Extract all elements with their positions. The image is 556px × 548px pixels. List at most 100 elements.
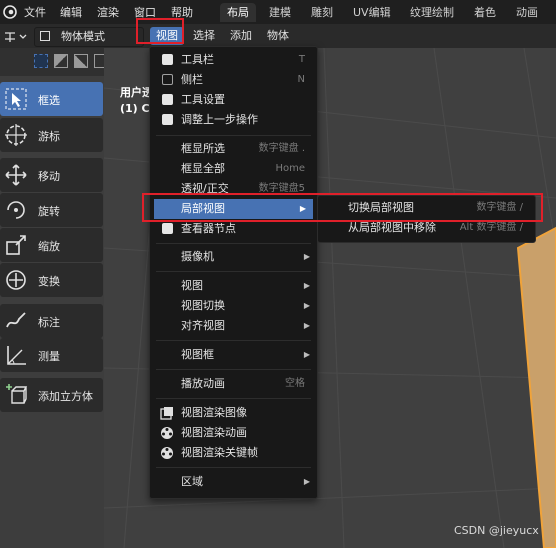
menu-item-toolbar[interactable]: 工具栏 T — [150, 50, 317, 70]
add-cube-icon — [6, 384, 28, 404]
header-menu-object[interactable]: 物体 — [261, 27, 295, 45]
menu-item-label: 调整上一步操作 — [181, 113, 258, 126]
film-reel-icon — [161, 447, 173, 459]
checkbox-unchecked-icon[interactable] — [162, 74, 173, 85]
menu-item-area[interactable]: 区域 ▶ — [150, 472, 317, 492]
transform-icon — [6, 270, 26, 290]
tool-label: 游标 — [38, 130, 60, 143]
menu-item-label: 视图渲染图像 — [181, 406, 247, 419]
tool-label: 标注 — [38, 316, 60, 329]
checkbox-checked-icon[interactable] — [162, 114, 173, 125]
menu-item-view[interactable]: 视图 ▶ — [150, 276, 317, 296]
menu-item-label: 工具栏 — [181, 53, 214, 66]
highlight-box-local-view — [142, 193, 543, 222]
shortcut-label: N — [297, 74, 305, 85]
move-icon — [5, 164, 27, 186]
menu-item-label: 侧栏 — [181, 73, 203, 86]
menu-file[interactable]: 文件 — [24, 4, 46, 20]
header-menu-select[interactable]: 选择 — [187, 27, 221, 45]
menu-item-render-image[interactable]: 视图渲染图像 — [150, 403, 317, 423]
shortcut-label: 空格 — [285, 378, 305, 389]
render-image-icon — [160, 407, 173, 420]
top-bar: 文件 编辑 渲染 窗口 帮助 布局 建模 雕刻 UV编辑 纹理绘制 着色 动画 — [0, 0, 556, 24]
header-menu-add[interactable]: 添加 — [224, 27, 258, 45]
menu-item-sidebar[interactable]: 侧栏 N — [150, 70, 317, 90]
transform-orientation-icon[interactable] — [3, 29, 29, 43]
menu-item-label: 视图渲染关键帧 — [181, 446, 258, 459]
select-extend-icon[interactable] — [54, 54, 68, 68]
selected-cube-edge[interactable] — [516, 226, 556, 548]
highlight-box-view-menu — [136, 18, 184, 44]
film-reel-icon — [161, 427, 173, 439]
blender-logo-icon[interactable] — [2, 4, 18, 20]
menu-item-view-regions[interactable]: 视图框 ▶ — [150, 345, 317, 365]
tool-label: 添加立方体 — [38, 390, 93, 403]
tab-uv-editing[interactable]: UV编辑 — [346, 3, 398, 22]
tool-label: 框选 — [38, 94, 60, 107]
tool-measure[interactable]: 测量 — [0, 338, 103, 372]
menu-separator — [156, 340, 311, 341]
menu-item-navigation[interactable]: 视图切换 ▶ — [150, 296, 317, 316]
mode-selector[interactable]: 物体模式 ⌄ — [34, 27, 171, 47]
menu-item-label: 工具设置 — [181, 93, 225, 106]
menu-item-adjust-last[interactable]: 调整上一步操作 — [150, 110, 317, 130]
menu-item-frame-selected[interactable]: 框显所选 数字键盘 . — [150, 139, 317, 159]
viewport-header: 物体模式 ⌄ 视图 选择 添加 物体 — [0, 24, 556, 48]
watermark: CSDN @jieyucx — [454, 524, 539, 537]
tool-add-cube[interactable]: 添加立方体 — [0, 378, 103, 412]
mode-label: 物体模式 — [61, 30, 105, 43]
menu-edit[interactable]: 编辑 — [60, 4, 82, 20]
menu-item-tool-settings[interactable]: 工具设置 — [150, 90, 317, 110]
menu-item-label: 视图切换 — [181, 299, 225, 312]
menu-item-align-view[interactable]: 对齐视图 ▶ — [150, 316, 317, 336]
menu-item-label: 框显全部 — [181, 162, 225, 175]
shortcut-label: Home — [275, 163, 305, 174]
menu-item-play-animation[interactable]: 播放动画 空格 — [150, 374, 317, 394]
menu-item-label: 播放动画 — [181, 377, 225, 390]
tab-layout[interactable]: 布局 — [220, 3, 256, 22]
menu-item-camera[interactable]: 摄像机 ▶ — [150, 247, 317, 267]
tool-label: 移动 — [38, 170, 60, 183]
menu-item-label: 查看器节点 — [181, 222, 236, 235]
tool-label: 缩放 — [38, 240, 60, 253]
submenu-arrow-icon: ▶ — [303, 252, 310, 261]
menu-item-label: 视图框 — [181, 348, 214, 361]
submenu-arrow-icon: ▶ — [303, 281, 310, 290]
tab-animation[interactable]: 动画 — [509, 3, 545, 22]
cursor-icon — [5, 124, 27, 146]
scale-icon — [6, 235, 26, 255]
tool-move[interactable]: 移动 — [0, 158, 103, 192]
tool-annotate[interactable]: 标注 — [0, 304, 103, 338]
tool-rotate[interactable]: 旋转 — [0, 193, 103, 227]
tool-transform[interactable]: 变换 — [0, 263, 103, 297]
annotate-icon — [6, 312, 26, 328]
menu-separator — [156, 135, 311, 136]
tab-sculpting[interactable]: 雕刻 — [304, 3, 340, 22]
menu-item-label: 区域 — [181, 475, 203, 488]
menu-item-label: 摄像机 — [181, 250, 214, 263]
menu-separator — [156, 243, 311, 244]
menu-item-render-keyframes[interactable]: 视图渲染关键帧 — [150, 443, 317, 463]
select-box-icon — [5, 88, 27, 110]
menu-item-frame-all[interactable]: 框显全部 Home — [150, 159, 317, 179]
tool-select-box[interactable]: 框选 — [0, 82, 103, 116]
checkbox-checked-icon[interactable] — [162, 94, 173, 105]
tool-label: 旋转 — [38, 205, 60, 218]
checkbox-checked-icon[interactable] — [162, 223, 173, 234]
tool-label: 变换 — [38, 275, 60, 288]
tab-modeling[interactable]: 建模 — [262, 3, 298, 22]
tool-scale[interactable]: 缩放 — [0, 228, 103, 262]
view-menu: 工具栏 T 侧栏 N 工具设置 调整上一步操作 框显所选 数字键盘 . 框显全部… — [149, 46, 318, 499]
menu-render[interactable]: 渲染 — [97, 4, 119, 20]
menu-item-label: 对齐视图 — [181, 319, 225, 332]
tab-texture-paint[interactable]: 纹理绘制 — [403, 3, 461, 22]
select-subtract-icon[interactable] — [74, 54, 88, 68]
menu-item-render-animation[interactable]: 视图渲染动画 — [150, 423, 317, 443]
tool-cursor[interactable]: 游标 — [0, 118, 103, 152]
checkbox-checked-icon[interactable] — [162, 54, 173, 65]
menu-item-viewer-nodes[interactable]: 查看器节点 — [150, 219, 317, 239]
menu-item-label: 视图渲染动画 — [181, 426, 247, 439]
submenu-arrow-icon: ▶ — [303, 321, 310, 330]
tab-shading[interactable]: 着色 — [467, 3, 503, 22]
select-new-icon[interactable] — [34, 54, 48, 68]
